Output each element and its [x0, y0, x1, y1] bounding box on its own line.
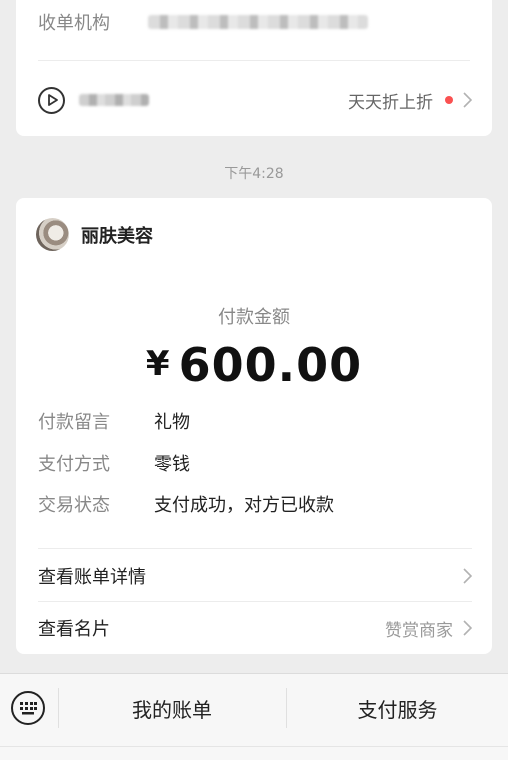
merchant-row: 收单机构: [38, 4, 368, 40]
bottom-menu-bar: 我的账单 支付服务: [0, 673, 508, 760]
keyboard-toggle-button[interactable]: [8, 688, 48, 728]
sender-name: 丽肤美容: [81, 225, 153, 247]
chevron-right-icon: [463, 620, 472, 636]
link-subtext: 赞赏商家: [385, 620, 453, 641]
detail-key: 支付方式: [38, 454, 110, 475]
promo-name-redacted: [79, 94, 149, 106]
detail-value: 礼物: [154, 412, 190, 433]
divider: [38, 601, 472, 602]
payment-amount: ¥600.00: [16, 338, 492, 392]
chevron-right-icon: [463, 92, 472, 108]
promo-text: 天天折上折: [348, 92, 433, 113]
view-bill-details-link[interactable]: 查看账单详情: [38, 558, 472, 594]
detail-key: 付款留言: [38, 412, 110, 433]
detail-row-method: 支付方式 零钱: [38, 449, 190, 477]
message-time: 下午4:28: [224, 166, 284, 182]
divider: [38, 548, 472, 549]
detail-key: 交易状态: [38, 495, 110, 516]
merchant-label: 收单机构: [38, 13, 110, 34]
link-label: 查看账单详情: [38, 567, 146, 588]
sender[interactable]: 丽肤美容: [36, 218, 153, 251]
play-circle-icon: [38, 86, 65, 114]
amount-label: 付款金额: [218, 307, 290, 328]
keyboard-icon: [11, 691, 45, 725]
my-bills-button[interactable]: 我的账单: [58, 688, 286, 728]
link-label: 查看名片: [38, 619, 110, 640]
detail-value: 支付成功，对方已收款: [154, 495, 334, 516]
detail-row-message: 付款留言 礼物: [38, 407, 190, 435]
view-business-card-link[interactable]: 查看名片 赞赏商家: [38, 610, 472, 646]
chevron-right-icon: [463, 568, 472, 584]
merchant-card: 收单机构 天天折上折: [16, 0, 492, 136]
promo-row[interactable]: 天天折上折: [38, 82, 472, 118]
divider: [38, 60, 470, 61]
payment-services-button[interactable]: 支付服务: [287, 688, 508, 728]
amount-value: 600.00: [178, 338, 363, 392]
detail-value: 零钱: [154, 454, 190, 475]
avatar: [36, 218, 69, 251]
payment-card: 丽肤美容 付款金额 ¥600.00 付款留言 礼物 支付方式 零钱 交易状态 支…: [16, 198, 492, 654]
currency-symbol: ¥: [145, 344, 171, 384]
detail-row-status: 交易状态 支付成功，对方已收款: [38, 490, 334, 518]
merchant-value-redacted: [148, 15, 368, 29]
divider: [0, 746, 508, 747]
notice-dot: [445, 96, 453, 104]
